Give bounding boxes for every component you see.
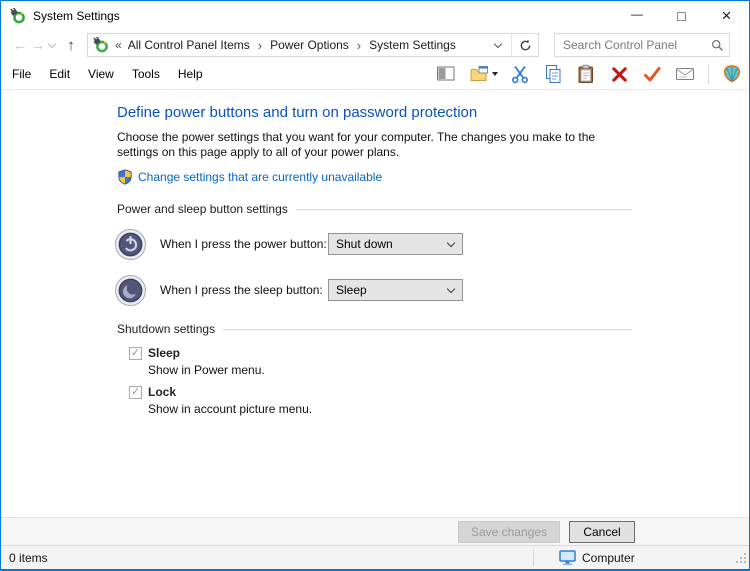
resize-grip[interactable] bbox=[735, 552, 747, 567]
address-bar[interactable]: « All Control Panel Items › Power Option… bbox=[87, 33, 539, 57]
up-button[interactable]: ↑ bbox=[62, 38, 80, 53]
change-unavailable-settings-link[interactable]: Change settings that are currently unava… bbox=[138, 170, 382, 184]
menu-help[interactable]: Help bbox=[169, 67, 212, 81]
menu-view[interactable]: View bbox=[79, 67, 123, 81]
save-changes-button[interactable]: Save changes bbox=[458, 521, 560, 543]
envelope-icon[interactable] bbox=[674, 62, 696, 86]
section-divider bbox=[223, 329, 632, 330]
menu-bar: File Edit View Tools Help bbox=[1, 59, 749, 90]
power-button-setting-row: When I press the power button: Shut down bbox=[117, 226, 639, 262]
shutdown-section-header: Shutdown settings bbox=[117, 322, 632, 336]
power-button-action-select[interactable]: Shut down bbox=[328, 233, 463, 255]
power-button-label: When I press the power button: bbox=[160, 237, 328, 251]
power-button-icon bbox=[114, 228, 147, 261]
classic-shell-icon[interactable] bbox=[721, 62, 743, 86]
sleep-button-icon bbox=[114, 274, 147, 307]
delete-icon[interactable] bbox=[608, 62, 630, 86]
system-settings-window: System Settings — □ × ← → ↑ « All Contro bbox=[0, 0, 750, 571]
sleep-checkbox[interactable]: ✓ bbox=[129, 347, 142, 360]
views-dropdown-arrow-icon[interactable] bbox=[492, 72, 498, 76]
chevron-down-icon bbox=[447, 284, 455, 292]
paste-icon[interactable] bbox=[575, 62, 597, 86]
lock-checkbox[interactable]: ✓ bbox=[129, 386, 142, 399]
location-indicator: Computer bbox=[559, 549, 635, 566]
sleep-option-label: Sleep bbox=[148, 346, 265, 360]
sleep-button-action-select[interactable]: Sleep bbox=[328, 279, 463, 301]
page-title: Define power buttons and turn on passwor… bbox=[117, 104, 639, 121]
selected-value: Sleep bbox=[336, 283, 448, 297]
sleep-option-row: ✓ Sleep Show in Power menu. bbox=[129, 346, 639, 377]
menu-file[interactable]: File bbox=[3, 67, 40, 81]
search-input[interactable] bbox=[555, 38, 705, 52]
section-title: Shutdown settings bbox=[117, 322, 223, 336]
maximize-button[interactable]: □ bbox=[659, 1, 704, 31]
minimize-button[interactable]: — bbox=[614, 1, 659, 31]
footer-button-bar: Save changes Cancel bbox=[1, 517, 749, 545]
refresh-button[interactable] bbox=[511, 34, 538, 56]
back-button[interactable]: ← bbox=[11, 38, 29, 53]
page-description: Choose the power settings that you want … bbox=[117, 130, 639, 160]
status-bar: 0 items Computer bbox=[1, 545, 749, 569]
forward-button[interactable]: → bbox=[29, 38, 47, 53]
section-title: Power and sleep button settings bbox=[117, 202, 296, 216]
breadcrumb-separator-icon: › bbox=[258, 38, 262, 53]
search-icon[interactable] bbox=[705, 39, 729, 52]
toolbar-separator bbox=[708, 64, 709, 84]
preview-pane-icon[interactable] bbox=[435, 62, 457, 86]
uac-shield-icon bbox=[117, 169, 133, 185]
section-divider bbox=[296, 209, 632, 210]
apply-check-icon[interactable] bbox=[641, 62, 663, 86]
history-chevron-icon[interactable] bbox=[48, 39, 56, 47]
power-sleep-section-header: Power and sleep button settings bbox=[117, 202, 632, 216]
breadcrumb-ellipsis[interactable]: « bbox=[115, 38, 122, 52]
breadcrumb-all-control-panel-items[interactable]: All Control Panel Items bbox=[128, 38, 250, 52]
breadcrumb-system-settings[interactable]: System Settings bbox=[369, 38, 456, 52]
search-box bbox=[554, 33, 730, 57]
breadcrumb-power-options[interactable]: Power Options bbox=[270, 38, 349, 52]
computer-icon bbox=[559, 549, 576, 566]
chevron-down-icon bbox=[447, 238, 455, 246]
refresh-icon bbox=[519, 39, 532, 52]
lock-option-label: Lock bbox=[148, 385, 312, 399]
breadcrumb-separator-icon: › bbox=[357, 38, 361, 53]
lock-option-row: ✓ Lock Show in account picture menu. bbox=[129, 385, 639, 416]
menu-tools[interactable]: Tools bbox=[123, 67, 169, 81]
elevate-settings-row: Change settings that are currently unava… bbox=[117, 169, 639, 185]
cancel-button[interactable]: Cancel bbox=[569, 521, 635, 543]
cut-icon[interactable] bbox=[509, 62, 531, 86]
close-button[interactable]: × bbox=[704, 1, 749, 31]
main-content: Define power buttons and turn on passwor… bbox=[1, 90, 749, 517]
selected-value: Shut down bbox=[336, 237, 448, 251]
sleep-button-label: When I press the sleep button: bbox=[160, 283, 328, 297]
titlebar: System Settings — □ × bbox=[1, 1, 749, 31]
sleep-button-setting-row: When I press the sleep button: Sleep bbox=[117, 272, 639, 308]
window-title: System Settings bbox=[33, 9, 120, 23]
window-controls: — □ × bbox=[614, 1, 749, 31]
power-options-icon bbox=[93, 37, 109, 53]
items-count: 0 items bbox=[1, 551, 48, 565]
location-label: Computer bbox=[582, 551, 635, 565]
address-dropdown-chevron-icon[interactable] bbox=[494, 39, 502, 47]
views-folder-icon[interactable] bbox=[468, 62, 498, 86]
status-separator bbox=[533, 549, 534, 566]
toolbar bbox=[435, 62, 743, 86]
navigation-bar: ← → ↑ « All Control Panel Items › Power … bbox=[1, 31, 749, 59]
menu-edit[interactable]: Edit bbox=[40, 67, 79, 81]
copy-icon[interactable] bbox=[542, 62, 564, 86]
power-options-icon bbox=[10, 8, 26, 24]
lock-option-description: Show in account picture menu. bbox=[148, 402, 312, 416]
sleep-option-description: Show in Power menu. bbox=[148, 363, 265, 377]
